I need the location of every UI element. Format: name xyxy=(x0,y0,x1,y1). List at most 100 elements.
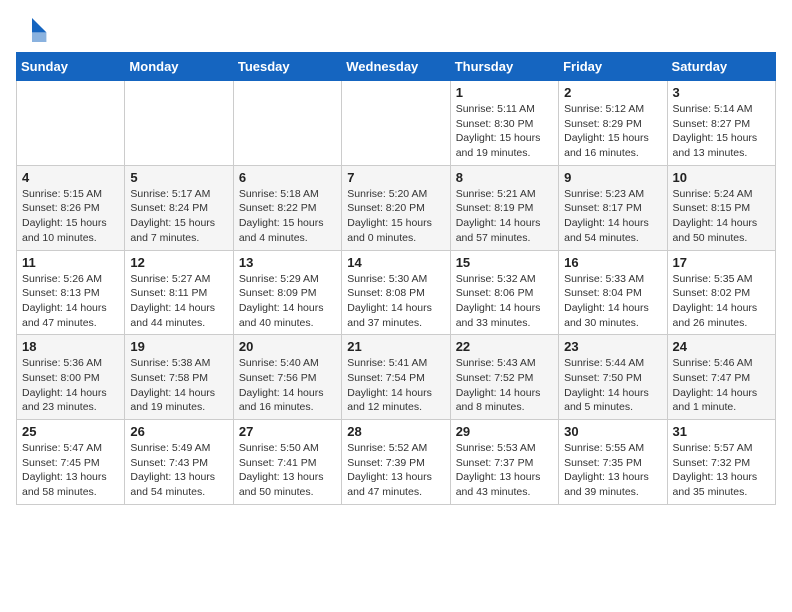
day-info: Sunrise: 5:57 AM Sunset: 7:32 PM Dayligh… xyxy=(673,441,770,500)
day-number: 25 xyxy=(22,424,119,439)
calendar-week-row: 18 Sunrise: 5:36 AM Sunset: 8:00 PM Dayli… xyxy=(17,335,776,420)
calendar-cell: 21 Sunrise: 5:41 AM Sunset: 7:54 PM Dayli… xyxy=(342,335,450,420)
day-info: Sunrise: 5:40 AM Sunset: 7:56 PM Dayligh… xyxy=(239,356,336,415)
day-info: Sunrise: 5:44 AM Sunset: 7:50 PM Dayligh… xyxy=(564,356,661,415)
col-header-monday: Monday xyxy=(125,53,233,81)
day-number: 31 xyxy=(673,424,770,439)
calendar-week-row: 4 Sunrise: 5:15 AM Sunset: 8:26 PM Daylig… xyxy=(17,165,776,250)
day-info: Sunrise: 5:50 AM Sunset: 7:41 PM Dayligh… xyxy=(239,441,336,500)
day-number: 1 xyxy=(456,85,553,100)
day-number: 4 xyxy=(22,170,119,185)
logo-icon xyxy=(16,16,48,44)
calendar-cell xyxy=(342,81,450,166)
day-info: Sunrise: 5:52 AM Sunset: 7:39 PM Dayligh… xyxy=(347,441,444,500)
calendar-cell: 15 Sunrise: 5:32 AM Sunset: 8:06 PM Dayli… xyxy=(450,250,558,335)
calendar-cell: 26 Sunrise: 5:49 AM Sunset: 7:43 PM Dayli… xyxy=(125,420,233,505)
calendar-cell: 17 Sunrise: 5:35 AM Sunset: 8:02 PM Dayli… xyxy=(667,250,775,335)
day-number: 9 xyxy=(564,170,661,185)
day-number: 12 xyxy=(130,255,227,270)
day-info: Sunrise: 5:27 AM Sunset: 8:11 PM Dayligh… xyxy=(130,272,227,331)
day-number: 24 xyxy=(673,339,770,354)
calendar-cell: 8 Sunrise: 5:21 AM Sunset: 8:19 PM Daylig… xyxy=(450,165,558,250)
calendar-cell: 6 Sunrise: 5:18 AM Sunset: 8:22 PM Daylig… xyxy=(233,165,341,250)
day-number: 6 xyxy=(239,170,336,185)
calendar-cell: 16Sunrise: 5:33 AM Sunset: 8:04 PM Dayli… xyxy=(559,250,667,335)
calendar: SundayMondayTuesdayWednesdayThursdayFrid… xyxy=(16,52,776,505)
day-info: Sunrise: 5:46 AM Sunset: 7:47 PM Dayligh… xyxy=(673,356,770,415)
calendar-cell: 11 Sunrise: 5:26 AM Sunset: 8:13 PM Dayli… xyxy=(17,250,125,335)
day-info: Sunrise: 5:38 AM Sunset: 7:58 PM Dayligh… xyxy=(130,356,227,415)
day-info: Sunrise: 5:35 AM Sunset: 8:02 PM Dayligh… xyxy=(673,272,770,331)
calendar-week-row: 1Sunrise: 5:11 AM Sunset: 8:30 PM Daylig… xyxy=(17,81,776,166)
calendar-cell: 29 Sunrise: 5:53 AM Sunset: 7:37 PM Dayli… xyxy=(450,420,558,505)
day-number: 29 xyxy=(456,424,553,439)
calendar-cell: 23 Sunrise: 5:44 AM Sunset: 7:50 PM Dayli… xyxy=(559,335,667,420)
calendar-cell: 20 Sunrise: 5:40 AM Sunset: 7:56 PM Dayli… xyxy=(233,335,341,420)
day-info: Sunrise: 5:36 AM Sunset: 8:00 PM Dayligh… xyxy=(22,356,119,415)
calendar-cell xyxy=(17,81,125,166)
day-number: 15 xyxy=(456,255,553,270)
calendar-cell: 30Sunrise: 5:55 AM Sunset: 7:35 PM Dayli… xyxy=(559,420,667,505)
day-info: Sunrise: 5:55 AM Sunset: 7:35 PM Dayligh… xyxy=(564,441,661,500)
day-info: Sunrise: 5:18 AM Sunset: 8:22 PM Dayligh… xyxy=(239,187,336,246)
day-number: 18 xyxy=(22,339,119,354)
day-info: Sunrise: 5:26 AM Sunset: 8:13 PM Dayligh… xyxy=(22,272,119,331)
calendar-cell: 28 Sunrise: 5:52 AM Sunset: 7:39 PM Dayli… xyxy=(342,420,450,505)
day-number: 8 xyxy=(456,170,553,185)
day-info: Sunrise: 5:12 AM Sunset: 8:29 PM Dayligh… xyxy=(564,102,661,161)
day-number: 17 xyxy=(673,255,770,270)
day-info: Sunrise: 5:21 AM Sunset: 8:19 PM Dayligh… xyxy=(456,187,553,246)
col-header-saturday: Saturday xyxy=(667,53,775,81)
day-info: Sunrise: 5:20 AM Sunset: 8:20 PM Dayligh… xyxy=(347,187,444,246)
day-info: Sunrise: 5:49 AM Sunset: 7:43 PM Dayligh… xyxy=(130,441,227,500)
page-header xyxy=(16,16,776,44)
calendar-week-row: 25 Sunrise: 5:47 AM Sunset: 7:45 PM Dayli… xyxy=(17,420,776,505)
day-number: 23 xyxy=(564,339,661,354)
calendar-cell: 27 Sunrise: 5:50 AM Sunset: 7:41 PM Dayli… xyxy=(233,420,341,505)
col-header-thursday: Thursday xyxy=(450,53,558,81)
day-info: Sunrise: 5:29 AM Sunset: 8:09 PM Dayligh… xyxy=(239,272,336,331)
calendar-cell: 2 Sunrise: 5:12 AM Sunset: 8:29 PM Daylig… xyxy=(559,81,667,166)
day-info: Sunrise: 5:53 AM Sunset: 7:37 PM Dayligh… xyxy=(456,441,553,500)
day-info: Sunrise: 5:32 AM Sunset: 8:06 PM Dayligh… xyxy=(456,272,553,331)
day-number: 14 xyxy=(347,255,444,270)
day-number: 21 xyxy=(347,339,444,354)
day-info: Sunrise: 5:14 AM Sunset: 8:27 PM Dayligh… xyxy=(673,102,770,161)
calendar-cell: 7Sunrise: 5:20 AM Sunset: 8:20 PM Daylig… xyxy=(342,165,450,250)
col-header-tuesday: Tuesday xyxy=(233,53,341,81)
day-info: Sunrise: 5:43 AM Sunset: 7:52 PM Dayligh… xyxy=(456,356,553,415)
calendar-cell xyxy=(233,81,341,166)
calendar-cell: 12 Sunrise: 5:27 AM Sunset: 8:11 PM Dayli… xyxy=(125,250,233,335)
day-number: 20 xyxy=(239,339,336,354)
day-info: Sunrise: 5:23 AM Sunset: 8:17 PM Dayligh… xyxy=(564,187,661,246)
day-info: Sunrise: 5:24 AM Sunset: 8:15 PM Dayligh… xyxy=(673,187,770,246)
calendar-cell: 18 Sunrise: 5:36 AM Sunset: 8:00 PM Dayli… xyxy=(17,335,125,420)
calendar-cell: 10Sunrise: 5:24 AM Sunset: 8:15 PM Dayli… xyxy=(667,165,775,250)
calendar-cell: 14Sunrise: 5:30 AM Sunset: 8:08 PM Dayli… xyxy=(342,250,450,335)
day-number: 19 xyxy=(130,339,227,354)
day-info: Sunrise: 5:15 AM Sunset: 8:26 PM Dayligh… xyxy=(22,187,119,246)
day-number: 2 xyxy=(564,85,661,100)
day-number: 11 xyxy=(22,255,119,270)
col-header-friday: Friday xyxy=(559,53,667,81)
calendar-cell: 3Sunrise: 5:14 AM Sunset: 8:27 PM Daylig… xyxy=(667,81,775,166)
day-number: 13 xyxy=(239,255,336,270)
day-number: 26 xyxy=(130,424,227,439)
calendar-header-row: SundayMondayTuesdayWednesdayThursdayFrid… xyxy=(17,53,776,81)
calendar-cell: 9 Sunrise: 5:23 AM Sunset: 8:17 PM Daylig… xyxy=(559,165,667,250)
day-info: Sunrise: 5:33 AM Sunset: 8:04 PM Dayligh… xyxy=(564,272,661,331)
day-number: 27 xyxy=(239,424,336,439)
day-info: Sunrise: 5:47 AM Sunset: 7:45 PM Dayligh… xyxy=(22,441,119,500)
calendar-week-row: 11 Sunrise: 5:26 AM Sunset: 8:13 PM Dayli… xyxy=(17,250,776,335)
calendar-cell: 13 Sunrise: 5:29 AM Sunset: 8:09 PM Dayli… xyxy=(233,250,341,335)
calendar-cell: 31 Sunrise: 5:57 AM Sunset: 7:32 PM Dayli… xyxy=(667,420,775,505)
calendar-cell: 24 Sunrise: 5:46 AM Sunset: 7:47 PM Dayli… xyxy=(667,335,775,420)
calendar-cell: 1Sunrise: 5:11 AM Sunset: 8:30 PM Daylig… xyxy=(450,81,558,166)
calendar-cell: 19 Sunrise: 5:38 AM Sunset: 7:58 PM Dayli… xyxy=(125,335,233,420)
calendar-cell: 22Sunrise: 5:43 AM Sunset: 7:52 PM Dayli… xyxy=(450,335,558,420)
calendar-cell xyxy=(125,81,233,166)
day-number: 28 xyxy=(347,424,444,439)
col-header-sunday: Sunday xyxy=(17,53,125,81)
calendar-cell: 25 Sunrise: 5:47 AM Sunset: 7:45 PM Dayli… xyxy=(17,420,125,505)
day-info: Sunrise: 5:41 AM Sunset: 7:54 PM Dayligh… xyxy=(347,356,444,415)
